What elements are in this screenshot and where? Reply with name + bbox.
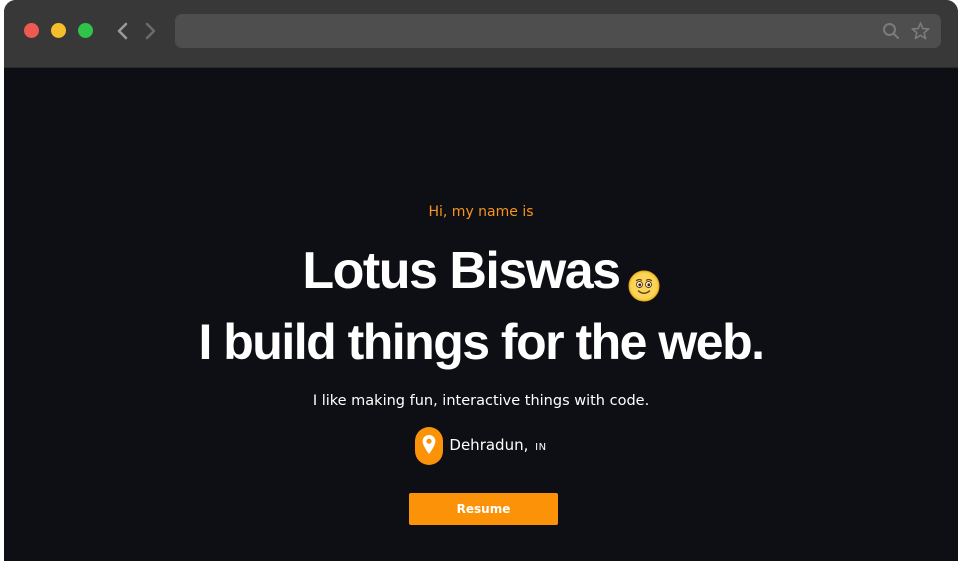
map-pin-icon — [415, 426, 444, 465]
chevron-left-icon[interactable] — [114, 19, 132, 43]
location: Dehradun, IN — [4, 426, 958, 465]
chevron-right-icon[interactable] — [141, 19, 159, 43]
location-city: Dehradun, — [449, 436, 529, 454]
hero-tagline: I build things for the web. — [198, 314, 765, 370]
hero-name: Lotus Biswas — [302, 242, 621, 300]
browser-titlebar — [4, 0, 958, 68]
greeting-text: Hi, my name is — [428, 204, 534, 220]
smiling-face-icon — [628, 254, 660, 302]
minimize-window-button[interactable] — [51, 23, 66, 38]
zoom-window-button[interactable] — [78, 23, 93, 38]
location-country: IN — [535, 442, 547, 453]
intro-text: I like making fun, interactive things wi… — [312, 393, 650, 409]
resume-button[interactable]: Resume — [409, 493, 558, 525]
address-bar[interactable] — [175, 14, 941, 48]
close-window-button[interactable] — [24, 23, 39, 38]
star-icon[interactable] — [911, 22, 930, 40]
browser-window: Hi, my name is Lotus Biswas I build thin… — [4, 0, 958, 561]
page-content: Hi, my name is Lotus Biswas I build thin… — [4, 68, 958, 561]
hero-name-heading: Lotus Biswas — [4, 240, 958, 302]
search-icon[interactable] — [882, 22, 900, 40]
